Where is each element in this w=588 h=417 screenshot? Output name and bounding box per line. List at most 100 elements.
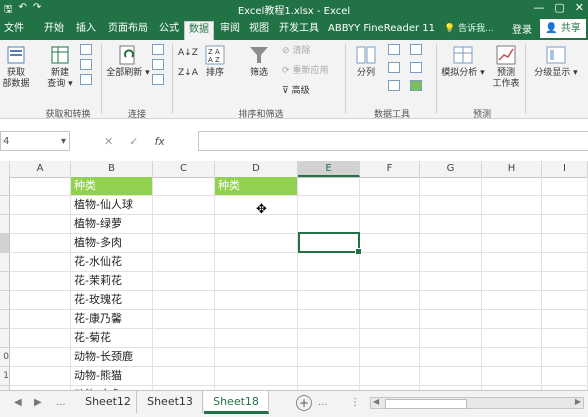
minimize-button[interactable]: — xyxy=(533,1,544,14)
sheet-tab[interactable]: Sheet13 xyxy=(138,391,203,413)
cell-i[interactable] xyxy=(542,215,588,234)
row-header[interactable] xyxy=(0,291,10,310)
cell-e[interactable] xyxy=(298,253,360,272)
cell-b[interactable]: 花-玫瑰花 xyxy=(71,291,153,310)
cell-h[interactable] xyxy=(482,291,542,310)
sheet-tab[interactable]: Sheet12 xyxy=(80,391,137,413)
text-to-columns-button[interactable]: 分列 xyxy=(350,44,382,79)
tab-4[interactable]: 公式 xyxy=(155,21,183,37)
cell-c[interactable] xyxy=(153,234,215,253)
cell-d[interactable] xyxy=(215,329,298,348)
cell-g[interactable] xyxy=(420,253,482,272)
cell-d[interactable] xyxy=(215,310,298,329)
cell-f[interactable] xyxy=(360,234,420,253)
cell-c[interactable] xyxy=(153,348,215,367)
cell-f[interactable] xyxy=(360,196,420,215)
data-validation-icon[interactable] xyxy=(388,80,400,91)
prev-sheet-icon[interactable]: ◀ xyxy=(14,397,22,408)
refresh-all-button[interactable]: 全部刷新 ▾ xyxy=(106,44,150,79)
filter-button[interactable]: 筛选 xyxy=(244,44,274,79)
more-sheets-left[interactable]: ... xyxy=(56,397,66,408)
cell-h[interactable] xyxy=(482,367,542,386)
column-header[interactable]: G xyxy=(420,161,482,177)
forecast-sheet-button[interactable]: 预测 工作表 xyxy=(488,44,524,90)
column-header[interactable]: F xyxy=(360,161,420,177)
cell-h[interactable] xyxy=(482,234,542,253)
cell-c[interactable] xyxy=(153,291,215,310)
cell-d[interactable] xyxy=(215,234,298,253)
tab-9[interactable]: ABBYY FineReader 11 xyxy=(324,21,439,37)
sheet-tab[interactable]: Sheet18 xyxy=(204,391,269,414)
what-if-analysis-button[interactable]: 模拟分析 ▾ xyxy=(440,44,486,79)
cell-g[interactable] xyxy=(420,215,482,234)
row-header[interactable] xyxy=(0,215,10,234)
cell-f[interactable] xyxy=(360,310,420,329)
cell-g[interactable] xyxy=(420,291,482,310)
tab-3[interactable]: 页面布局 xyxy=(104,21,152,37)
row-header[interactable] xyxy=(0,272,10,291)
column-header[interactable]: C xyxy=(153,161,215,177)
cell-e[interactable] xyxy=(298,177,360,196)
flash-fill-icon[interactable] xyxy=(388,44,400,55)
cell-d[interactable] xyxy=(215,367,298,386)
cell-h[interactable] xyxy=(482,215,542,234)
cell-a[interactable] xyxy=(10,196,71,215)
cell-f[interactable] xyxy=(360,291,420,310)
cell-c[interactable] xyxy=(153,272,215,291)
cell-b[interactable]: 动物-熊猫 xyxy=(71,367,153,386)
properties-icon[interactable] xyxy=(152,59,164,70)
cell-d[interactable] xyxy=(215,215,298,234)
cell-a[interactable] xyxy=(10,291,71,310)
tab-8[interactable]: 开发工具 xyxy=(275,21,323,37)
cell-d[interactable] xyxy=(215,272,298,291)
show-queries-icon[interactable] xyxy=(80,44,92,55)
scrollbar-thumb[interactable] xyxy=(385,399,467,409)
row-header[interactable] xyxy=(0,196,10,215)
cell-g[interactable] xyxy=(420,234,482,253)
cell-c[interactable] xyxy=(153,177,215,196)
cell-b[interactable]: 植物-绿萝 xyxy=(71,215,153,234)
enter-icon[interactable]: ✓ xyxy=(129,135,138,148)
cell-f[interactable] xyxy=(360,215,420,234)
cell-g[interactable] xyxy=(420,367,482,386)
manage-data-model-icon[interactable] xyxy=(410,80,422,91)
cell-i[interactable] xyxy=(542,253,588,272)
cell-i[interactable] xyxy=(542,310,588,329)
tab-5[interactable]: 数据 xyxy=(184,21,214,41)
cell-c[interactable] xyxy=(153,253,215,272)
cell-c[interactable] xyxy=(153,329,215,348)
cell-g[interactable] xyxy=(420,196,482,215)
login-link[interactable]: 登录 xyxy=(512,21,532,36)
share-button[interactable]: 👤 共享 xyxy=(540,19,586,38)
cell-e[interactable] xyxy=(298,196,360,215)
cell-e[interactable] xyxy=(298,272,360,291)
row-header[interactable] xyxy=(0,329,10,348)
cell-c[interactable] xyxy=(153,310,215,329)
cell-i[interactable] xyxy=(542,291,588,310)
row-header[interactable] xyxy=(0,177,10,196)
cell-g[interactable] xyxy=(420,177,482,196)
cell-i[interactable] xyxy=(542,348,588,367)
cell-f[interactable] xyxy=(360,177,420,196)
recent-sources-icon[interactable] xyxy=(80,74,92,85)
consolidate-icon[interactable] xyxy=(410,44,422,55)
remove-duplicates-icon[interactable] xyxy=(388,62,400,73)
cell-b[interactable]: 花-康乃馨 xyxy=(71,310,153,329)
cell-i[interactable] xyxy=(542,329,588,348)
edit-links-icon[interactable] xyxy=(152,74,164,85)
cell-d[interactable]: 种类 xyxy=(215,177,298,196)
cell-e[interactable] xyxy=(298,329,360,348)
column-header[interactable]: I xyxy=(542,161,588,177)
cell-d[interactable] xyxy=(215,291,298,310)
cell-a[interactable] xyxy=(10,348,71,367)
formula-input[interactable] xyxy=(198,131,588,151)
cell-a[interactable] xyxy=(10,310,71,329)
active-cell-e4[interactable] xyxy=(298,232,362,255)
cell-a[interactable] xyxy=(10,253,71,272)
tab-6[interactable]: 审阅 xyxy=(216,21,244,37)
cancel-icon[interactable]: ✕ xyxy=(104,135,113,148)
cell-f[interactable] xyxy=(360,367,420,386)
advanced-filter-button[interactable]: ⊽ 高级 xyxy=(282,86,310,97)
more-sheets-right[interactable]: ... xyxy=(318,397,328,408)
cell-c[interactable] xyxy=(153,196,215,215)
